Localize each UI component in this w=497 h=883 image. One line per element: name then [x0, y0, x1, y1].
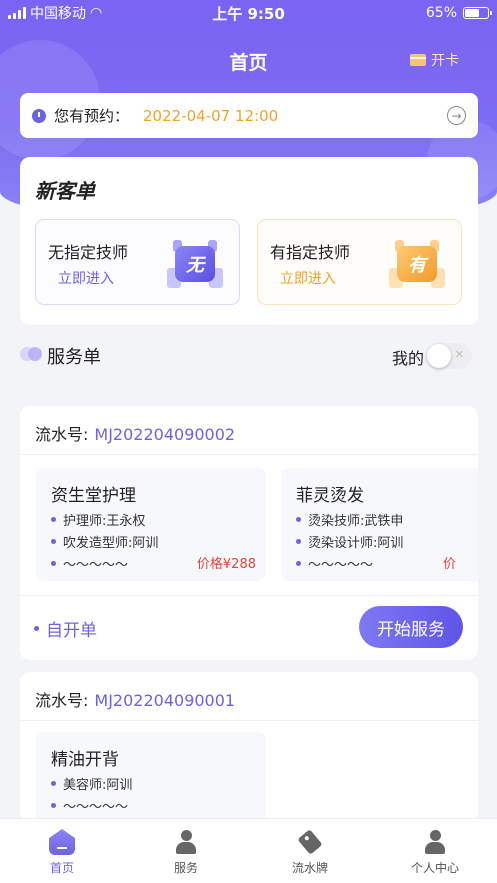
- service-detail: 烫染设计师:阿训: [296, 532, 403, 551]
- service-detail: 护理师:王永权: [51, 510, 145, 529]
- mine-toggle[interactable]: ✕: [426, 343, 472, 369]
- close-icon: ✕: [454, 348, 464, 361]
- appointment-bar[interactable]: 您有预约： 2022-04-07 12:00 →: [20, 93, 478, 138]
- with-technician-icon: 有: [389, 240, 445, 288]
- service-detail: 烫染技师:武铁申: [296, 510, 403, 529]
- status-right: 65%: [425, 5, 492, 21]
- card-title: 有指定技师: [270, 243, 351, 262]
- battery-icon: [463, 7, 492, 19]
- clock-icon: [32, 108, 46, 123]
- appointment-label: 您有预约：: [54, 107, 130, 125]
- service-detail: 吹发造型师:阿训: [51, 532, 158, 551]
- navigation-bar: 首页 开卡: [0, 40, 497, 80]
- tab-label: 流水牌: [291, 861, 328, 875]
- self-open-label: 自开单: [34, 616, 97, 641]
- with-technician-card[interactable]: 有指定技师 立即进入 有: [257, 219, 462, 305]
- service-detail: 美容师:阿训: [51, 774, 132, 793]
- service-orders-header: 服务单 我的 ✕: [20, 340, 478, 370]
- service-name: 菲灵烫发: [296, 486, 364, 506]
- enter-now-link[interactable]: 立即进入: [280, 268, 336, 288]
- battery-fill: [465, 9, 480, 17]
- open-card-button[interactable]: 开卡: [410, 50, 459, 70]
- tab-flow-board[interactable]: 流水牌: [248, 819, 372, 883]
- tab-label: 服务: [173, 861, 198, 875]
- no-technician-icon: 无: [167, 240, 223, 288]
- service-detail: ～～～～～: [51, 796, 128, 815]
- service-name: 精油开背: [51, 750, 119, 770]
- service-name: 资生堂护理: [51, 486, 136, 506]
- divider: [20, 454, 478, 455]
- enter-now-link[interactable]: 立即进入: [58, 268, 114, 288]
- tag-icon: [292, 824, 329, 861]
- service-item[interactable]: 菲灵烫发 烫染技师:武铁申 烫染设计师:阿训 ～～～～～ 价: [281, 468, 478, 581]
- order-card[interactable]: 流水号: MJ202204090002 资生堂护理 护理师:王永权 吹发造型师:阿…: [20, 406, 478, 660]
- order-number-label: 流水号:: [35, 691, 89, 710]
- divider: [20, 720, 478, 721]
- tab-label: 首页: [49, 861, 74, 875]
- tab-service[interactable]: 服务: [124, 819, 248, 883]
- new-order-panel: 新客单 无指定技师 立即进入 无 有指定技师 立即进入 有: [20, 157, 478, 325]
- person-icon: [173, 829, 199, 855]
- home-icon: [49, 829, 75, 855]
- tab-bar: 首页 服务 流水牌 个人中心: [0, 818, 497, 883]
- service-detail: ～～～～～: [51, 554, 128, 573]
- tab-label: 个人中心: [410, 861, 459, 875]
- card-icon: [410, 54, 426, 66]
- divider: [20, 595, 478, 596]
- service-item[interactable]: 资生堂护理 护理师:王永权 吹发造型师:阿训 ～～～～～ 价格¥288: [36, 468, 266, 581]
- profile-icon: [422, 829, 448, 855]
- order-number-value: MJ202204090001: [94, 691, 236, 710]
- service-item[interactable]: 精油开背 美容师:阿训 ～～～～～: [36, 732, 266, 822]
- order-number: 流水号: MJ202204090002: [35, 421, 235, 445]
- start-service-button[interactable]: 开始服务: [359, 606, 463, 648]
- service-price: 价格¥288: [196, 557, 256, 572]
- service-orders-title: 服务单: [47, 347, 101, 368]
- status-bar: 中国移动 ◠ 上午 9:50 65%: [0, 0, 497, 26]
- new-order-title: 新客单: [35, 179, 95, 203]
- service-price: 价: [443, 557, 457, 572]
- order-number-value: MJ202204090002: [94, 425, 236, 444]
- order-card[interactable]: 流水号: MJ202204090001 精油开背 美容师:阿训 ～～～～～: [20, 672, 478, 822]
- tab-profile[interactable]: 个人中心: [373, 819, 497, 883]
- service-detail: ～～～～～: [296, 554, 373, 573]
- mine-label: 我的: [391, 349, 424, 368]
- toggle-knob: [427, 344, 451, 368]
- arrow-right-icon[interactable]: →: [447, 106, 466, 125]
- appointment-time: 2022-04-07 12:00: [143, 106, 279, 125]
- order-number: 流水号: MJ202204090001: [35, 687, 235, 711]
- no-technician-card[interactable]: 无指定技师 立即进入 无: [35, 219, 240, 305]
- open-card-label: 开卡: [431, 53, 459, 69]
- tab-home[interactable]: 首页: [0, 819, 124, 883]
- order-number-label: 流水号:: [35, 425, 89, 444]
- battery-percent: 65%: [425, 5, 457, 21]
- status-time: 上午 9:50: [212, 4, 285, 23]
- card-title: 无指定技师: [48, 243, 129, 262]
- section-dots-icon: [20, 347, 42, 361]
